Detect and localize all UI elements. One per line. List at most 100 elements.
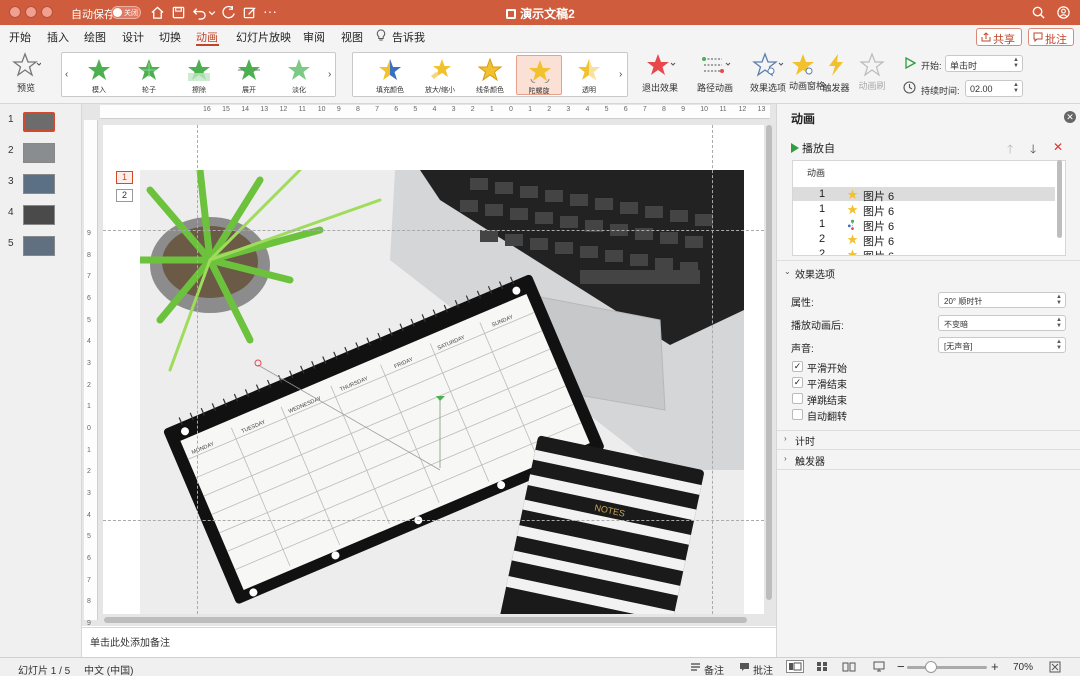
tab-insert[interactable]: 插入 bbox=[47, 29, 69, 45]
effect-options-button[interactable]: 效果选项 bbox=[749, 52, 787, 94]
slide-picture[interactable]: MONDAY TUESDAY WEDNESDAY THURSDAY FRIDAY… bbox=[140, 170, 744, 614]
tab-transitions[interactable]: 切换 bbox=[159, 29, 181, 45]
horizontal-scrollbar[interactable] bbox=[104, 617, 747, 623]
auto-reverse-checkbox[interactable] bbox=[792, 409, 803, 420]
animation-list-item[interactable]: 1 图片 6 bbox=[793, 187, 1055, 203]
sound-select[interactable]: [无声音] ▲ ▼ bbox=[938, 337, 1066, 353]
effect-options-section-header[interactable]: 效果选项 bbox=[795, 266, 835, 281]
move-up-icon[interactable]: 🡑 bbox=[1007, 140, 1013, 161]
animation-list-item[interactable]: 2 图片 6 bbox=[793, 232, 1055, 248]
effect-fade[interactable]: 淡化 bbox=[276, 55, 322, 95]
exit-effects-button[interactable]: 退出效果 bbox=[640, 52, 680, 94]
slide-thumbnail-2[interactable] bbox=[23, 143, 55, 163]
tell-me-search[interactable]: 告诉我 bbox=[392, 29, 425, 45]
guide-line[interactable] bbox=[103, 230, 764, 231]
after-animation-select[interactable]: 不变暗 ▲ ▼ bbox=[938, 315, 1066, 331]
tab-slideshow[interactable]: 幻灯片放映 bbox=[236, 29, 291, 45]
animation-list-item[interactable]: 2 图片 6 bbox=[793, 247, 1055, 255]
autosave-toggle[interactable]: 关闭 bbox=[111, 6, 141, 19]
zoom-window-button[interactable] bbox=[41, 6, 53, 18]
effect-wheel[interactable]: 轮子 bbox=[126, 55, 172, 95]
move-down-icon[interactable]: 🡓 bbox=[1030, 140, 1036, 161]
animation-list-item[interactable]: 1 图片 6 bbox=[793, 202, 1055, 218]
more-icon[interactable]: ··· bbox=[263, 3, 277, 19]
zoom-in-icon[interactable]: + bbox=[991, 659, 999, 674]
effect-grow-shrink[interactable]: 放大/缩小 bbox=[417, 55, 463, 95]
zoom-level[interactable]: 70% bbox=[1013, 662, 1033, 673]
slide-thumbnail-4[interactable] bbox=[23, 205, 55, 225]
guide-line[interactable] bbox=[712, 125, 713, 614]
tab-animations[interactable]: 动画 bbox=[196, 29, 218, 45]
path-animation-button[interactable]: 路径动画 bbox=[695, 52, 735, 94]
timing-section-header[interactable]: 计时 bbox=[795, 433, 815, 448]
undo-dropdown-icon[interactable] bbox=[208, 5, 216, 20]
comments-button[interactable]: 批注 bbox=[1028, 28, 1074, 46]
share-button[interactable]: 共享 bbox=[976, 28, 1022, 46]
home-icon[interactable] bbox=[150, 5, 165, 20]
minimize-window-button[interactable] bbox=[25, 6, 37, 18]
slide-sorter-button[interactable] bbox=[813, 660, 831, 673]
effect-line-color[interactable]: 线条颜色 bbox=[467, 55, 513, 95]
effect-wipe[interactable]: 擦除 bbox=[176, 55, 222, 95]
animation-list-scrollbar[interactable] bbox=[1057, 160, 1062, 238]
guide-line[interactable] bbox=[103, 520, 764, 521]
language-indicator[interactable]: 中文 (中国) bbox=[84, 662, 133, 676]
bounce-end-checkbox[interactable] bbox=[792, 393, 803, 404]
close-pane-button[interactable]: ✕ bbox=[1064, 111, 1076, 123]
animation-painter-button[interactable]: 动画刷 bbox=[858, 52, 886, 91]
chevron-right-icon[interactable]: › bbox=[784, 434, 787, 443]
normal-view-button[interactable] bbox=[786, 660, 804, 673]
save-icon[interactable] bbox=[171, 5, 186, 20]
notes-toggle[interactable]: 备注 bbox=[704, 662, 724, 676]
redo-icon[interactable] bbox=[221, 5, 236, 20]
slide-thumbnail-1[interactable] bbox=[23, 112, 55, 132]
slide-thumbnail-3[interactable] bbox=[23, 174, 55, 194]
zoom-slider-track[interactable] bbox=[907, 666, 987, 669]
trigger-button[interactable]: 触发器 bbox=[822, 52, 850, 94]
slide-thumbnail-5[interactable] bbox=[23, 236, 55, 256]
effect-fill-color[interactable]: 填充颜色 bbox=[367, 55, 413, 95]
notes-pane[interactable]: 单击此处添加备注 bbox=[82, 627, 776, 657]
animation-order-tag[interactable]: 1 bbox=[116, 171, 133, 184]
vertical-scrollbar[interactable] bbox=[766, 125, 772, 600]
preview-button[interactable]: 预览 bbox=[6, 52, 46, 94]
duration-stepper[interactable]: 02.00 ▲ ▼ bbox=[965, 80, 1023, 97]
zoom-out-icon[interactable]: − bbox=[897, 659, 905, 674]
animation-order-tag[interactable]: 2 bbox=[116, 189, 133, 202]
comments-toggle[interactable]: 批注 bbox=[753, 662, 773, 676]
smooth-start-checkbox[interactable]: ✓ bbox=[792, 361, 803, 372]
search-icon[interactable] bbox=[1031, 5, 1046, 20]
stepper-arrows-icon[interactable]: ▲ ▼ bbox=[1013, 82, 1019, 94]
delete-animation-icon[interactable]: ✕ bbox=[1053, 140, 1063, 154]
gallery-scroll-left-icon[interactable]: ‹ bbox=[65, 69, 68, 80]
smooth-end-checkbox[interactable]: ✓ bbox=[792, 377, 803, 388]
tab-draw[interactable]: 绘图 bbox=[84, 29, 106, 45]
close-window-button[interactable] bbox=[9, 6, 21, 18]
account-icon[interactable] bbox=[1056, 5, 1071, 20]
triggers-section-header[interactable]: 触发器 bbox=[795, 453, 825, 468]
animation-pane-button[interactable]: 动画窗格 bbox=[789, 52, 825, 91]
property-select[interactable]: 20° 顺时针 ▲ ▼ bbox=[938, 292, 1066, 308]
gallery-scroll-right-icon[interactable]: › bbox=[619, 69, 622, 80]
effect-expand[interactable]: 展开 bbox=[226, 55, 272, 95]
fit-to-window-icon[interactable] bbox=[1049, 661, 1061, 673]
undo-icon[interactable] bbox=[192, 5, 207, 20]
chevron-right-icon[interactable]: › bbox=[784, 454, 787, 463]
effect-fly-in[interactable]: 模入 bbox=[76, 55, 122, 95]
gallery-scroll-right-icon[interactable]: › bbox=[328, 69, 331, 80]
reading-view-button[interactable] bbox=[840, 660, 858, 673]
play-from-button[interactable]: 播放自 bbox=[791, 140, 835, 156]
tab-home[interactable]: 开始 bbox=[9, 29, 31, 45]
slideshow-icon[interactable] bbox=[873, 661, 885, 672]
zoom-slider-knob[interactable] bbox=[925, 661, 937, 673]
start-select[interactable]: 单击时 ▲ ▼ bbox=[945, 55, 1023, 72]
tab-view[interactable]: 视图 bbox=[341, 29, 363, 45]
effect-spin[interactable]: 陀螺旋 bbox=[516, 55, 562, 95]
effect-transparency[interactable]: 透明 bbox=[566, 55, 612, 95]
animation-list-item[interactable]: 1 图片 6 bbox=[793, 217, 1055, 233]
edit-icon[interactable] bbox=[242, 5, 257, 20]
tab-design[interactable]: 设计 bbox=[122, 29, 144, 45]
guide-line[interactable] bbox=[197, 125, 198, 614]
chevron-down-icon[interactable]: ⌄ bbox=[784, 267, 791, 276]
tab-review[interactable]: 审阅 bbox=[303, 29, 325, 45]
